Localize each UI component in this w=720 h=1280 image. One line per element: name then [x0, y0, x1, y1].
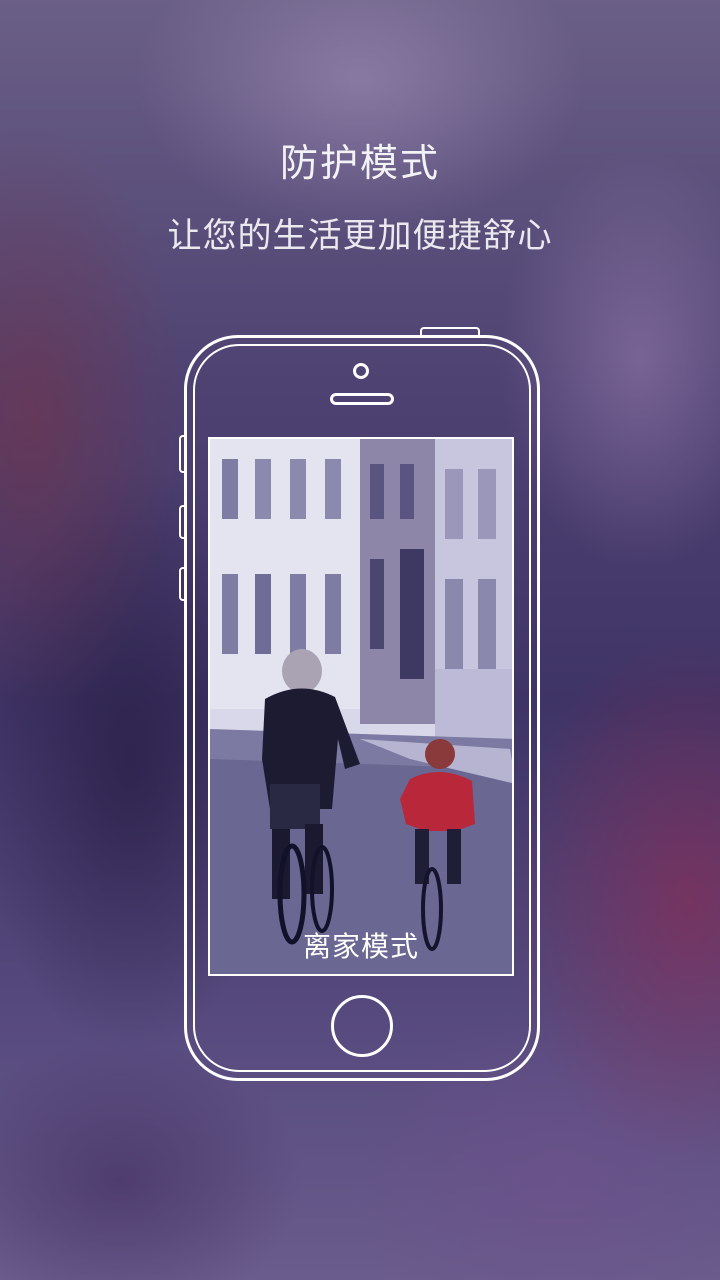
page-subtitle: 让您的生活更加便捷舒心 [167, 216, 553, 256]
phone-camera-icon [353, 363, 369, 379]
phone-home-button-icon [331, 995, 393, 1057]
street-photo-illustration [210, 439, 512, 974]
phone-screen-photo: 离家模式 [208, 437, 514, 976]
mode-label: 离家模式 [302, 930, 419, 963]
phone-speaker-icon [330, 393, 394, 405]
page-title: 防护模式 [279, 141, 440, 185]
phone-power-button-outline [420, 327, 480, 335]
